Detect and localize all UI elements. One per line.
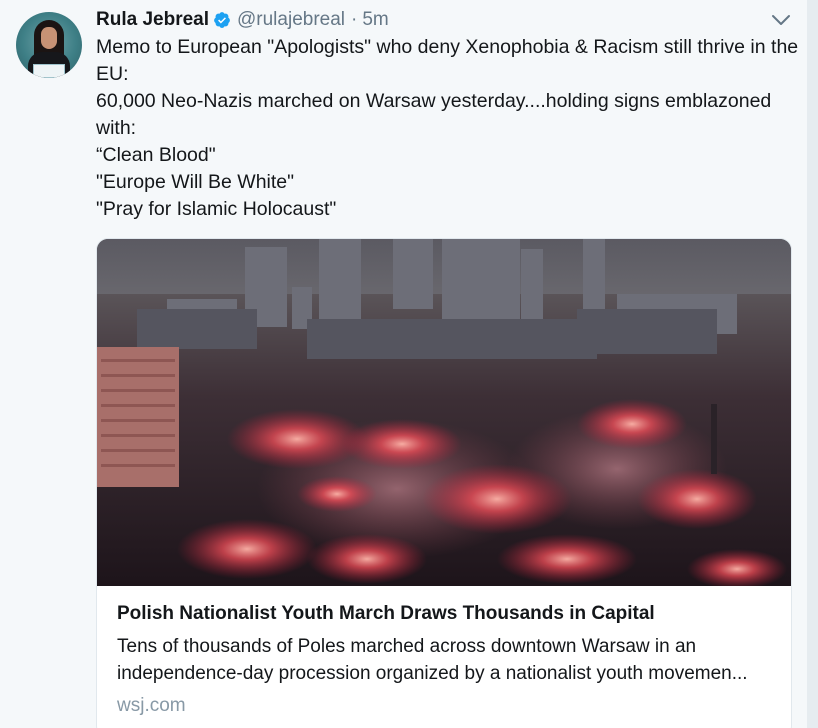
- card-body: Polish Nationalist Youth March Draws Tho…: [117, 601, 777, 719]
- author-name[interactable]: Rula Jebreal: [96, 9, 209, 31]
- card-domain[interactable]: wsj.com: [117, 693, 777, 719]
- tweet-timestamp[interactable]: 5m: [362, 9, 388, 31]
- card-description-line: Tens of thousands of Poles marched acros…: [117, 636, 697, 657]
- tweet-header: Rula Jebreal @rulajebreal · 5m: [96, 9, 389, 31]
- separator-dot: ·: [351, 9, 358, 30]
- tweet-text-line: EU:: [96, 63, 129, 85]
- chevron-down-icon[interactable]: [771, 12, 791, 28]
- card-photo[interactable]: [97, 239, 791, 586]
- tweet-text-line: 60,000 Neo-Nazis marched on Warsaw yeste…: [96, 90, 772, 112]
- tweet-text-line: "Europe Will Be White": [96, 171, 295, 193]
- avatar[interactable]: [16, 12, 82, 78]
- tweet-text-line: "Pray for Islamic Holocaust": [96, 198, 337, 220]
- card-title[interactable]: Polish Nationalist Youth March Draws Tho…: [117, 601, 777, 627]
- tweet-text-line: with:: [96, 117, 137, 139]
- author-handle[interactable]: @rulajebreal: [237, 9, 345, 31]
- scrollbar-track[interactable]: [807, 0, 818, 728]
- card-description: Tens of thousands of Poles marched acros…: [117, 633, 777, 687]
- tweet-text: Memo to European "Apologists" who deny X…: [96, 34, 799, 223]
- tweet-text-line: “Clean Blood": [96, 144, 216, 166]
- tweet-text-line: Memo to European "Apologists" who deny X…: [96, 36, 799, 58]
- verified-badge-icon: [214, 12, 230, 28]
- tweet[interactable]: Rula Jebreal @rulajebreal · 5m Memo to E…: [0, 0, 807, 728]
- card-description-line: independence-day procession organized by…: [117, 663, 748, 684]
- link-card[interactable]: Polish Nationalist Youth March Draws Tho…: [96, 238, 792, 728]
